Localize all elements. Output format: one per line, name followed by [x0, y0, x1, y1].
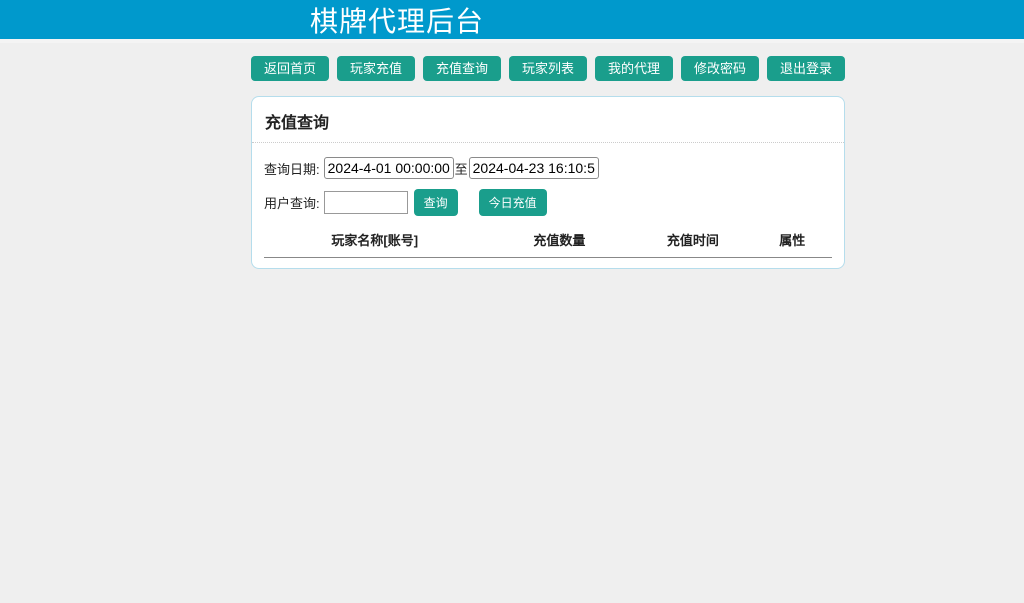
start-date-input[interactable]	[324, 157, 454, 179]
date-separator: 至	[455, 159, 468, 178]
query-date-row: 查询日期: 至	[264, 157, 832, 179]
today-recharge-button[interactable]: 今日充值	[479, 189, 547, 216]
column-recharge-amount: 充值数量	[486, 230, 634, 258]
app-header: 棋牌代理后台	[0, 0, 1024, 43]
user-query-label: 用户查询:	[264, 193, 320, 212]
query-date-label: 查询日期:	[264, 159, 320, 178]
nav-button-logout[interactable]: 退出登录	[767, 56, 845, 81]
column-player-name: 玩家名称[账号]	[264, 230, 486, 258]
search-button[interactable]: 查询	[414, 189, 458, 216]
end-date-input[interactable]	[469, 157, 599, 179]
recharge-table: 玩家名称[账号] 充值数量 充值时间 属性	[264, 230, 832, 258]
column-recharge-time: 充值时间	[633, 230, 752, 258]
nav-button-change-password[interactable]: 修改密码	[681, 56, 759, 81]
panel-body: 查询日期: 至 用户查询: 查询 今日充值 玩家名称[账号] 充值数量 充值时间…	[252, 143, 844, 268]
content-wrapper: 返回首页 玩家充值 充值查询 玩家列表 我的代理 修改密码 退出登录 充值查询 …	[251, 56, 845, 269]
nav-button-home[interactable]: 返回首页	[251, 56, 329, 81]
main-nav: 返回首页 玩家充值 充值查询 玩家列表 我的代理 修改密码 退出登录	[251, 56, 845, 81]
nav-button-player-list[interactable]: 玩家列表	[509, 56, 587, 81]
panel-title: 充值查询	[252, 97, 844, 143]
nav-button-my-agents[interactable]: 我的代理	[595, 56, 673, 81]
user-query-input[interactable]	[324, 191, 408, 214]
app-title: 棋牌代理后台	[0, 0, 1024, 43]
recharge-query-panel: 充值查询 查询日期: 至 用户查询: 查询 今日充值 玩家名称[账号] 充值数量	[251, 96, 845, 269]
user-query-row: 用户查询: 查询 今日充值	[264, 189, 832, 216]
nav-button-player-recharge[interactable]: 玩家充值	[337, 56, 415, 81]
column-attribute: 属性	[752, 230, 832, 258]
table-header-row: 玩家名称[账号] 充值数量 充值时间 属性	[264, 230, 832, 258]
nav-button-recharge-query[interactable]: 充值查询	[423, 56, 501, 81]
